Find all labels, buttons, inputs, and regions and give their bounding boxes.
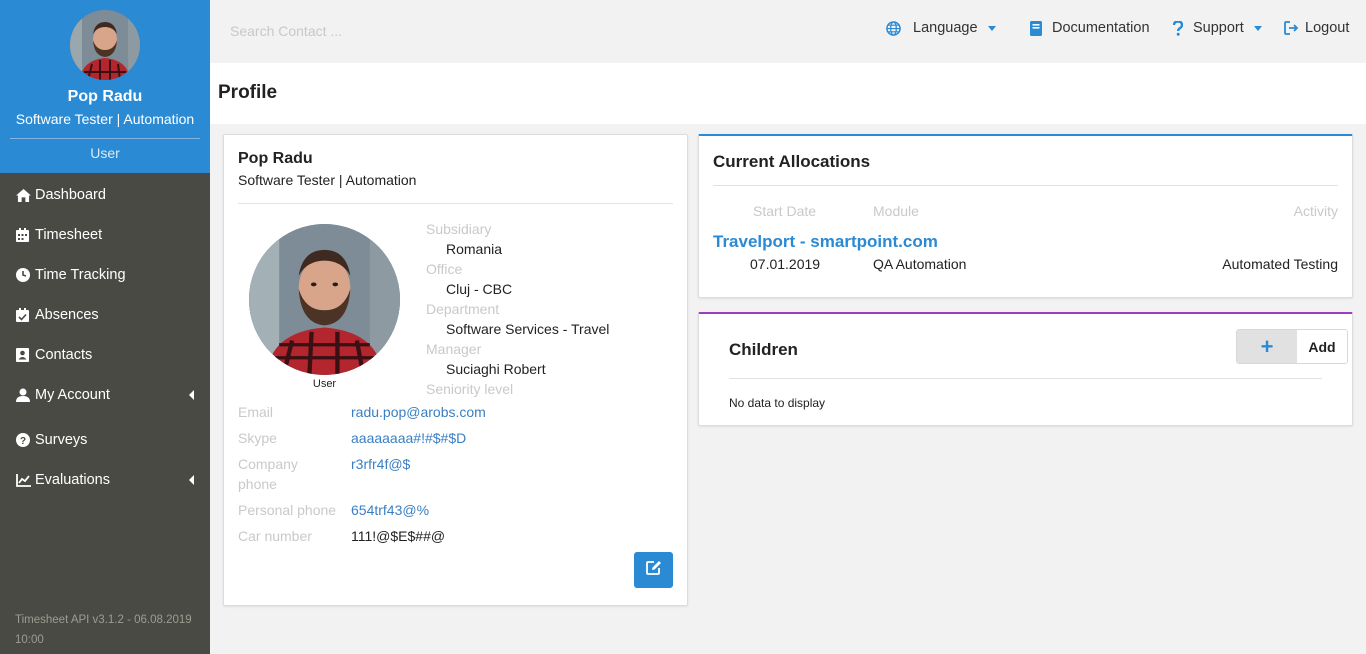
office-label: Office <box>426 261 463 277</box>
search-input[interactable] <box>230 18 530 44</box>
sidebar-item-label: Absences <box>35 307 99 323</box>
user-panel: Pop Radu Software Tester | Automation Us… <box>0 0 210 173</box>
column-header-start-date: Start Date <box>753 203 817 219</box>
sidebar-item-my-account[interactable]: My Account <box>0 375 210 415</box>
column-header-activity: Activity <box>1293 203 1338 219</box>
project-link[interactable]: Travelport - smartpoint.com <box>713 232 938 252</box>
sidebar-item-surveys[interactable]: ? Surveys <box>0 420 210 460</box>
edit-profile-button[interactable] <box>634 552 673 588</box>
documentation-link[interactable]: Documentation <box>1030 20 1150 36</box>
support-label: Support <box>1193 20 1244 36</box>
personal-phone-label: Personal phone <box>238 502 337 518</box>
calendar-check-icon <box>16 308 35 322</box>
subsidiary-value: Romania <box>446 241 503 257</box>
company-phone-link[interactable]: r3rfr4f@$ <box>351 456 410 472</box>
profile-name: Pop Radu <box>238 150 313 167</box>
email-link[interactable]: radu.pop@arobs.com <box>351 404 486 420</box>
contact-card-icon <box>16 348 35 362</box>
divider <box>729 378 1322 379</box>
plus-icon: + <box>1237 330 1297 363</box>
version-text: Timesheet API v3.1.2 - 06.08.2019 10:00 <box>15 614 192 646</box>
allocations-title: Current Allocations <box>713 152 871 171</box>
line-chart-icon <box>16 473 35 487</box>
sidebar-item-label: Timesheet <box>35 227 103 243</box>
user-icon <box>16 388 35 402</box>
caret-left-icon <box>189 390 194 400</box>
clock-icon <box>16 268 35 282</box>
sidebar-item-label: Evaluations <box>35 472 110 488</box>
caret-down-icon <box>987 25 996 31</box>
language-label: Language <box>913 20 978 36</box>
sidebar-item-label: Surveys <box>35 432 88 448</box>
personal-phone-link[interactable]: 654trf43@% <box>351 502 429 518</box>
sidebar-item-contacts[interactable]: Contacts <box>0 335 210 375</box>
documentation-label: Documentation <box>1052 20 1150 36</box>
divider <box>238 203 673 204</box>
children-title: Children <box>729 340 798 359</box>
globe-icon <box>886 20 901 36</box>
logout-button[interactable]: Logout <box>1284 20 1349 36</box>
car-number-label: Car number <box>238 528 312 544</box>
profile-photo-caption: User <box>312 378 337 390</box>
user-job-title: Software Tester | Automation <box>15 111 195 127</box>
profile-photo <box>249 224 400 375</box>
department-label: Department <box>426 301 500 317</box>
sidebar-item-label: Dashboard <box>35 187 106 203</box>
question-circle-icon: ? <box>16 433 35 447</box>
topbar: Language Documentation Support Logout <box>210 0 1366 63</box>
column-header-module: Module <box>873 203 919 219</box>
empty-state-text: No data to display <box>729 396 826 410</box>
caret-left-icon <box>189 475 194 485</box>
divider <box>713 185 1338 186</box>
divider <box>10 138 200 139</box>
sidebar-item-time-tracking[interactable]: Time Tracking <box>0 255 210 295</box>
user-name: Pop Radu <box>67 88 143 105</box>
book-icon <box>1030 20 1042 36</box>
profile-job-title: Software Tester | Automation <box>238 172 417 188</box>
sidebar-item-dashboard[interactable]: Dashboard <box>0 175 210 215</box>
seniority-label: Seniority level <box>426 381 514 397</box>
question-icon <box>1173 20 1183 36</box>
sidebar-item-label: Contacts <box>35 347 93 363</box>
subsidiary-label: Subsidiary <box>426 221 492 237</box>
sign-out-icon <box>1284 21 1299 35</box>
skype-label: Skype <box>238 430 277 446</box>
allocation-activity: Automated Testing <box>1222 256 1338 272</box>
email-label: Email <box>238 404 274 420</box>
page-title: Profile <box>218 82 278 103</box>
sidebar-item-absences[interactable]: Absences <box>0 295 210 335</box>
page-header: Profile <box>210 63 1366 124</box>
sidebar-item-label: My Account <box>35 387 110 403</box>
calendar-icon <box>16 228 35 242</box>
sidebar-item-timesheet[interactable]: Timesheet <box>0 215 210 255</box>
avatar <box>70 10 140 80</box>
current-allocations-card: Current Allocations Start Date Module Ac… <box>698 134 1353 298</box>
caret-down-icon <box>1253 25 1262 31</box>
home-icon <box>16 188 35 202</box>
sidebar-item-evaluations[interactable]: Evaluations <box>0 460 210 500</box>
manager-value: Suciaghi Robert <box>446 361 546 377</box>
skype-link[interactable]: aaaaaaaa#!#$#$D <box>351 430 466 446</box>
language-dropdown[interactable]: Language <box>886 20 996 36</box>
svg-text:?: ? <box>20 436 26 447</box>
logout-label: Logout <box>1305 20 1350 36</box>
add-child-button[interactable]: + Add <box>1236 329 1348 364</box>
office-value: Cluj - CBC <box>446 281 513 297</box>
company-phone-label: Company phone <box>238 456 298 492</box>
allocation-module: QA Automation <box>873 256 967 272</box>
add-label: Add <box>1297 330 1347 363</box>
edit-icon <box>645 560 662 580</box>
car-number-value: 111!@$E$##@ <box>351 528 446 544</box>
children-card: Children + Add No data to display <box>698 312 1353 426</box>
support-dropdown[interactable]: Support <box>1173 20 1262 36</box>
user-role: User <box>90 145 120 161</box>
sidebar: Pop Radu Software Tester | Automation Us… <box>0 0 210 654</box>
manager-label: Manager <box>426 341 482 357</box>
allocation-start-date: 07.01.2019 <box>750 256 821 272</box>
profile-card: Pop Radu Software Tester | Automation Us… <box>223 134 688 606</box>
sidebar-nav: Dashboard Timesheet Time Tracking Absenc… <box>0 175 210 500</box>
sidebar-item-label: Time Tracking <box>35 267 126 283</box>
department-value: Software Services - Travel <box>446 321 610 337</box>
